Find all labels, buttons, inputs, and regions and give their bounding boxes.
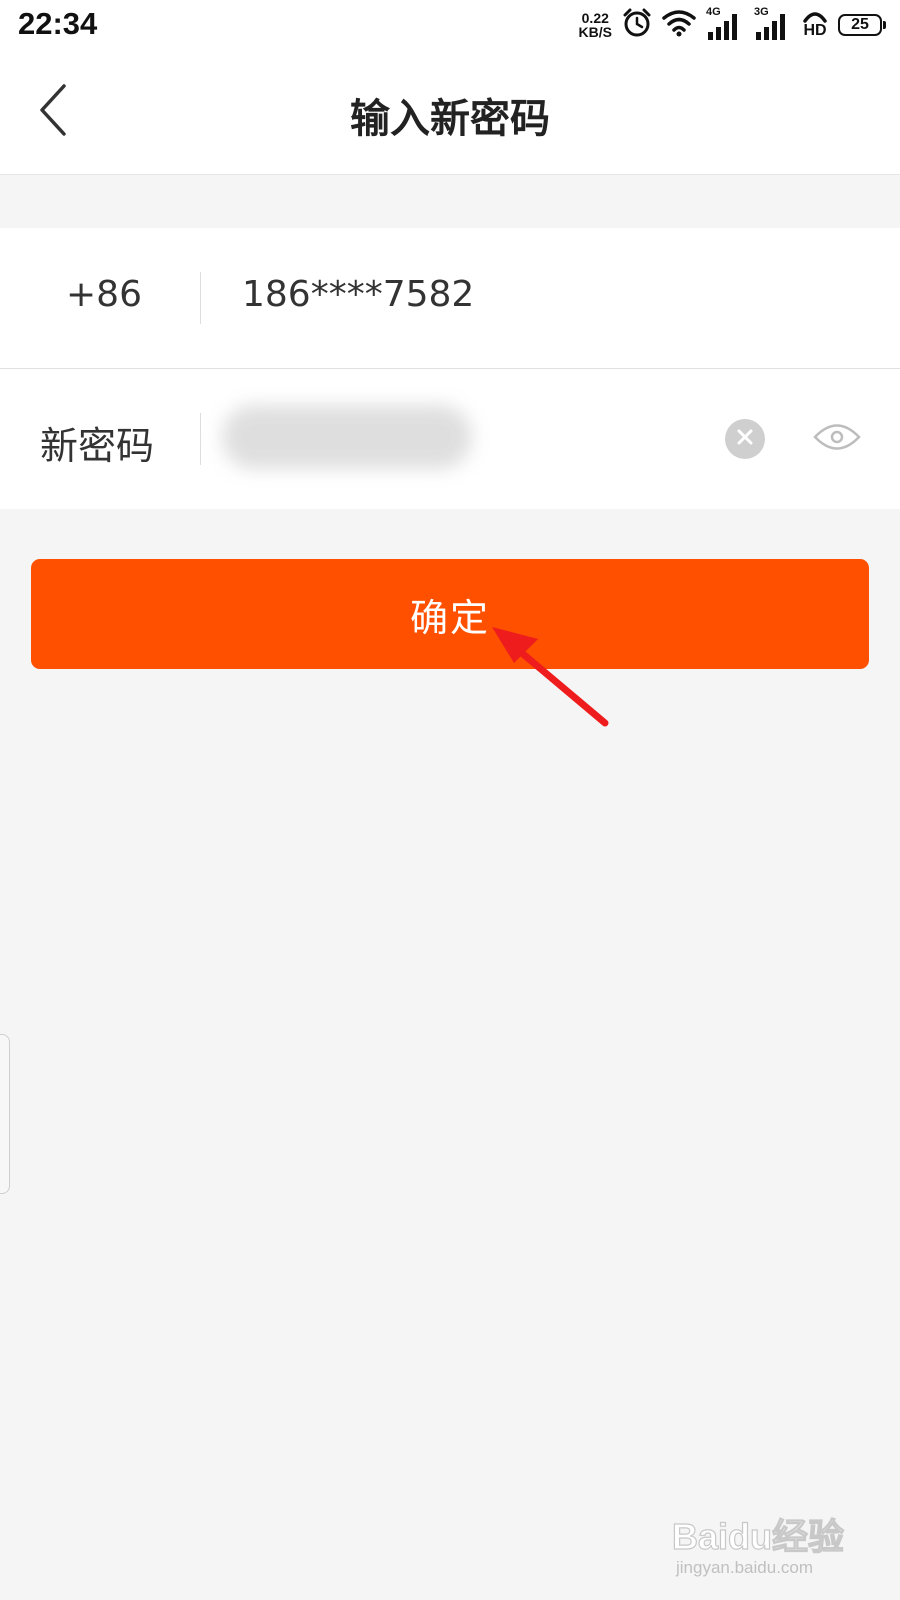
watermark: Baidu经验 jingyan.baidu.com: [671, 1500, 852, 1580]
battery-level: 25: [851, 16, 869, 33]
battery-icon: 25: [838, 14, 886, 36]
network-speed-value: 0.22: [581, 10, 609, 26]
eye-icon: [813, 422, 861, 456]
password-row: 新密码: [0, 368, 900, 509]
toggle-visibility-button[interactable]: [813, 417, 861, 461]
signal-type-label: 4G: [706, 6, 721, 18]
field-divider: [200, 272, 201, 324]
password-input[interactable]: [220, 405, 684, 475]
country-code[interactable]: +86: [66, 274, 142, 315]
hd-label: HD: [803, 22, 827, 39]
signal-icon: 4G: [706, 6, 744, 40]
watermark-brand: Baidu经验: [671, 1515, 845, 1557]
alarm-icon: [622, 8, 652, 42]
password-label: 新密码: [40, 424, 155, 468]
confirm-button[interactable]: 确定: [31, 559, 869, 669]
status-icons: 0.22 KB/S 4G 3G HD 25: [579, 6, 886, 42]
clear-icon: [736, 428, 754, 450]
clear-button[interactable]: [725, 419, 765, 459]
nav-bar: 输入新密码: [0, 50, 900, 175]
watermark-url: jingyan.baidu.com: [676, 1558, 814, 1577]
status-bar: 22:34 0.22 KB/S 4G 3G HD 25: [0, 0, 900, 50]
wifi-icon: [662, 9, 696, 41]
side-drawer-handle[interactable]: [0, 1034, 10, 1194]
field-divider: [200, 413, 201, 465]
signal-type-label-secondary: 3G: [754, 6, 769, 18]
network-speed: 0.22 KB/S: [579, 11, 612, 39]
status-time: 22:34: [18, 6, 98, 41]
page-title: 输入新密码: [350, 96, 550, 142]
annotation-arrow-icon: [492, 627, 609, 727]
reset-password-form: +86 186****7582 新密码: [0, 228, 900, 509]
phone-number: 186****7582: [242, 274, 475, 315]
hd-call-icon: HD: [802, 11, 828, 39]
network-speed-unit: KB/S: [578, 24, 612, 40]
signal-icon-secondary: 3G: [754, 6, 792, 40]
phone-row: +86 186****7582: [0, 228, 900, 368]
